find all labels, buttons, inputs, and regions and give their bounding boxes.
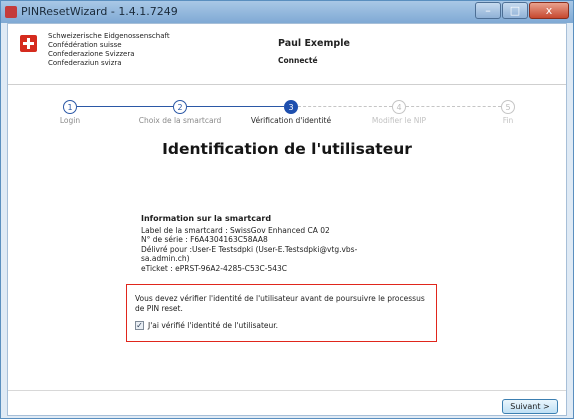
minimize-button[interactable]: – — [475, 2, 501, 19]
smartcard-label: Label de la smartcard : SwissGov Enhance… — [141, 225, 330, 235]
step-1-label: Login — [59, 116, 81, 125]
swiss-cross-logo — [20, 35, 37, 52]
step-connector — [187, 106, 284, 107]
maximize-button[interactable]: □ — [502, 2, 528, 19]
wizard-body: Schweizerische Eidgenossenschaft Confédé… — [7, 23, 567, 416]
step-connector — [298, 106, 392, 107]
wizard-steps: 1 Login 2 Choix de la smartcard 3 Vérifi… — [8, 100, 566, 140]
identity-verified-checkbox[interactable]: ✓ — [135, 321, 144, 330]
step-2-circle: 2 — [173, 100, 187, 114]
smartcard-issued-to-cont: sa.admin.ch) — [141, 254, 190, 263]
admin-line-rm: Confederaziun svizra — [48, 59, 122, 67]
window-controls: – □ x — [474, 2, 569, 19]
step-3-label: Vérification d'identité — [250, 116, 332, 125]
header: Schweizerische Eidgenossenschaft Confédé… — [8, 24, 566, 85]
footer-divider — [8, 390, 566, 391]
smartcard-info: Information sur la smartcard Label de la… — [141, 214, 357, 273]
close-button[interactable]: x — [529, 2, 569, 19]
step-connector — [406, 106, 501, 107]
window-title: PINResetWizard - 1.4.1.7249 — [21, 5, 178, 18]
title-bar[interactable]: PINResetWizard - 1.4.1.7249 – □ x — [1, 1, 573, 23]
smartcard-eticket: eTicket : ePRST-96A2-4285-C53C-543C — [141, 263, 288, 273]
step-connector — [77, 106, 173, 107]
step-1-circle: 1 — [63, 100, 77, 114]
step-4-label: Modifier le NIP — [371, 116, 427, 125]
administration-name: Schweizerische Eidgenossenschaft Confédé… — [48, 32, 170, 68]
identity-verification-box: Vous devez vérifier l'identité de l'util… — [126, 284, 437, 342]
app-window: PINResetWizard - 1.4.1.7249 – □ x Schwei… — [0, 0, 574, 419]
verification-instructions: Vous devez vérifier l'identité de l'util… — [135, 294, 425, 313]
admin-line-it: Confederazione Svizzera — [48, 50, 135, 58]
smartcard-serial: N° de série : F6A4304163C58AA8 — [141, 235, 268, 244]
page-title: Identification de l'utilisateur — [162, 140, 412, 158]
user-status: Connecté — [278, 56, 318, 65]
app-icon — [5, 6, 17, 18]
user-name: Paul Exemple — [278, 38, 350, 49]
step-4-circle: 4 — [392, 100, 406, 114]
step-5-label: Fin — [502, 116, 514, 125]
step-5-circle: 5 — [501, 100, 515, 114]
smartcard-info-heading: Information sur la smartcard — [141, 214, 272, 223]
smartcard-issued-to: Délivré pour :User-E Testsdpki (User-E.T… — [141, 244, 358, 254]
admin-line-fr: Confédération suisse — [48, 41, 122, 49]
identity-verified-label[interactable]: J'ai vérifié l'identité de l'utilisateur… — [148, 321, 278, 330]
step-2-label: Choix de la smartcard — [138, 116, 222, 125]
next-button[interactable]: Suivant > — [502, 399, 558, 414]
admin-line-de: Schweizerische Eidgenossenschaft — [48, 32, 170, 40]
step-3-circle: 3 — [284, 100, 298, 114]
